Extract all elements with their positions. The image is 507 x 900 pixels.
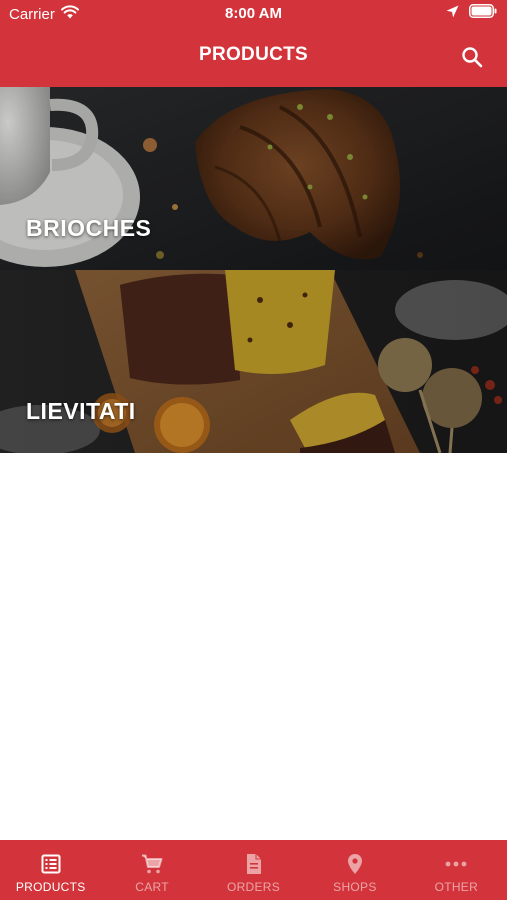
- tab-label: ORDERS: [226, 880, 281, 894]
- tab-label: CART: [135, 880, 169, 894]
- tab-orders[interactable]: ORDERS: [203, 840, 304, 900]
- tab-products[interactable]: PRODUCTS: [0, 840, 101, 900]
- status-time: 8:00 AM: [225, 5, 282, 22]
- tab-bar: PRODUCTS CART ORDERS SHOPS OTHER: [0, 840, 507, 900]
- app-header: Carrier 8:00 AM PRODUCTS: [0, 0, 507, 87]
- map-pin-icon: [344, 853, 366, 875]
- location-arrow-icon: [446, 5, 459, 22]
- page-title: PRODUCTS: [198, 44, 308, 65]
- category-label: LIEVITATI: [26, 398, 136, 424]
- lievitati-image: [0, 270, 507, 453]
- tab-other[interactable]: OTHER: [406, 840, 507, 900]
- category-tile-lievitati[interactable]: LIEVITATI: [0, 270, 507, 453]
- category-label: BRIOCHES: [26, 215, 152, 241]
- tab-cart[interactable]: CART: [101, 840, 202, 900]
- search-icon: [462, 47, 483, 68]
- status-bar: Carrier 8:00 AM: [0, 0, 507, 28]
- status-right: [446, 4, 497, 22]
- tab-label: SHOPS: [333, 880, 377, 894]
- battery-icon: [469, 4, 497, 22]
- tab-shops[interactable]: SHOPS: [304, 840, 405, 900]
- tab-label: OTHER: [434, 880, 479, 894]
- brioches-image: [0, 87, 507, 270]
- list-icon: [40, 853, 62, 875]
- category-tile-brioches[interactable]: BRIOCHES: [0, 87, 507, 270]
- more-icon: [445, 853, 467, 875]
- search-button[interactable]: [459, 44, 485, 70]
- cart-icon: [141, 853, 163, 875]
- tab-label: PRODUCTS: [15, 880, 86, 894]
- document-icon: [243, 853, 265, 875]
